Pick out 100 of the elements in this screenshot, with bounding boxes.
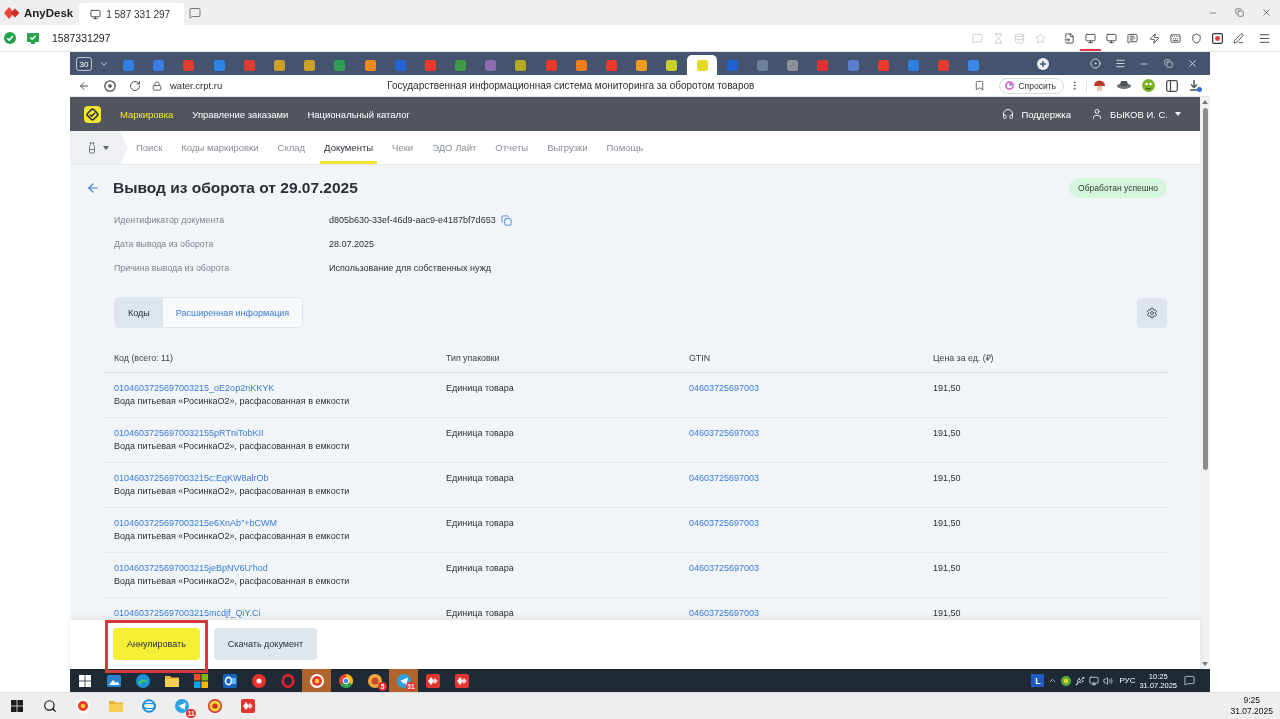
code-link[interactable]: 0104603725697003215_oE2op2nKKYK <box>114 382 275 395</box>
new-tab-icon[interactable] <box>1037 57 1050 70</box>
keyboard-app-key[interactable]: L <box>1031 674 1045 687</box>
logo-icon[interactable] <box>84 105 101 123</box>
table-cell: Единица товара <box>446 607 514 620</box>
nav-tab[interactable]: Выгрузки <box>543 131 592 164</box>
target-icon <box>75 699 90 713</box>
usb-icon[interactable] <box>1075 675 1086 686</box>
caret-icon <box>103 145 109 150</box>
gtin-link[interactable]: 04603725697003 <box>689 607 760 620</box>
gtin-link[interactable]: 04603725697003 <box>689 427 760 440</box>
mushroom-icon[interactable] <box>1093 79 1106 92</box>
column-header: Код (всего: 11) <box>114 353 174 363</box>
nav-tab[interactable]: ЭДО Лайт <box>428 131 481 164</box>
header-menu-item[interactable]: Управление заказами <box>192 108 289 120</box>
menu-icon[interactable] <box>1114 58 1126 69</box>
table-cell: Единица товара <box>446 427 514 440</box>
product-description: Вода питьевая «РосинкаО2», расфасованная в емкости <box>114 485 350 498</box>
header-menu-item[interactable]: Маркировка <box>120 108 174 120</box>
nav-tab[interactable]: Отчеты <box>491 131 533 164</box>
scroll-up-icon[interactable] <box>1202 100 1208 104</box>
chevron-up-icon[interactable] <box>1048 676 1058 685</box>
scroll-down-icon[interactable] <box>1202 662 1208 666</box>
table-cell: 191,50 <box>933 382 961 395</box>
globe-icon <box>141 699 156 713</box>
nav-tab[interactable]: Склад <box>273 131 310 164</box>
screen-check-icon <box>27 32 39 44</box>
target-icon <box>309 673 324 688</box>
user-icon <box>1090 108 1103 120</box>
back-icon[interactable] <box>78 79 90 92</box>
bookmark-icon[interactable] <box>974 80 986 91</box>
gtin-link[interactable]: 04603725697003 <box>689 517 760 530</box>
support-link[interactable]: Поддержка <box>1002 108 1071 120</box>
nav-tab[interactable]: Коды маркировки <box>177 131 263 164</box>
table-cell: 191,50 <box>933 427 961 440</box>
gtin-link[interactable]: 04603725697003 <box>689 472 760 485</box>
nav-tab[interactable]: Поиск <box>132 131 167 164</box>
circle-app-icon <box>251 673 266 688</box>
monitor-icon[interactable] <box>1089 675 1100 686</box>
clock-time[interactable]: 9:25 <box>1243 695 1260 706</box>
download-button[interactable]: Скачать документ <box>213 628 318 660</box>
scrollbar-thumb[interactable] <box>1202 108 1208 470</box>
window-grid-icon <box>10 700 23 712</box>
table-cell: Единица товара <box>446 382 514 395</box>
gtin-link[interactable]: 04603725697003 <box>689 382 760 395</box>
speech-bubble-icon[interactable] <box>189 6 202 19</box>
diamond-app-icon <box>240 699 255 713</box>
code-link[interactable]: 0104603725697003215e6XnAb"+bCWM <box>114 517 278 530</box>
view-tab[interactable]: Расширенная информация <box>162 298 303 327</box>
close-icon[interactable] <box>1186 58 1198 69</box>
headset-icon <box>1002 108 1015 120</box>
monitor-icon <box>90 8 102 20</box>
url-text[interactable]: water.crpt.ru <box>170 80 223 91</box>
code-link[interactable]: 01046037256970032155pRTniTobKII <box>114 427 264 440</box>
folder-icon <box>108 699 123 713</box>
diamond-app-icon <box>425 673 440 688</box>
product-selector[interactable] <box>70 131 128 164</box>
bottle-icon <box>86 141 98 154</box>
notification-icon[interactable] <box>1184 675 1195 686</box>
nav-tab[interactable]: Чеки <box>388 131 418 164</box>
tab-counter[interactable]: 30 <box>76 57 92 71</box>
column-header: GTIN <box>689 353 710 363</box>
view-tab[interactable]: Коды <box>115 298 163 327</box>
smiley-icon[interactable] <box>1142 79 1155 92</box>
table-cell: 191,50 <box>933 562 961 575</box>
code-link[interactable]: 0104603725697003215jeBpNV6U'hod <box>114 562 268 575</box>
user-menu[interactable]: БЫКОВ И. С. <box>1090 108 1181 120</box>
round-app-icon[interactable] <box>1061 675 1072 686</box>
header-menu-item[interactable]: Национальный каталог <box>307 108 410 120</box>
reload-icon[interactable] <box>129 79 141 92</box>
column-header: Тип упаковки <box>446 353 500 363</box>
coin-icon <box>207 699 222 713</box>
restore-icon[interactable] <box>1235 8 1244 17</box>
annul-button[interactable]: Аннулировать <box>113 628 200 660</box>
product-description: Вода питьевая «РосинкаО2», расфасованная в емкости <box>114 530 350 543</box>
status-badge: Обработан успешно <box>1069 178 1167 198</box>
code-link[interactable]: 0104603725697003215mcdjf_QiY.Ci <box>114 607 261 620</box>
download-icon[interactable] <box>1189 79 1202 92</box>
table-cell: 191,50 <box>933 607 961 620</box>
code-link[interactable]: 0104603725697003215c:EqKW8alrOb <box>114 472 269 485</box>
gtin-link[interactable]: 04603725697003 <box>689 562 760 575</box>
picture-icon <box>106 673 121 688</box>
ring-icon <box>280 673 295 688</box>
restore-icon[interactable] <box>1163 59 1173 68</box>
session-tab[interactable]: 1 587 331 297 <box>79 3 185 25</box>
menu-icon[interactable] <box>1257 31 1271 45</box>
product-description: Вода питьевая «РосинкаО2», расфасованная в емкости <box>114 395 350 408</box>
clock-date[interactable]: 31.07.2025 <box>1230 706 1273 717</box>
scrollbar[interactable] <box>1200 97 1210 669</box>
volume-icon[interactable] <box>1103 675 1114 686</box>
settings-button[interactable] <box>1137 297 1167 328</box>
language-indicator[interactable]: РУС <box>1119 676 1136 685</box>
circle-dot-icon[interactable] <box>104 79 116 92</box>
browser-tab[interactable] <box>686 55 717 75</box>
nav-tab[interactable]: Помощь <box>602 131 648 164</box>
copy-icon[interactable] <box>500 214 512 226</box>
panel-icon[interactable] <box>1166 79 1178 92</box>
close-icon[interactable] <box>1261 7 1272 18</box>
page-title-text: Государственная информационная система мониторинга за оборотом товаров <box>387 80 755 91</box>
hat-icon[interactable] <box>1117 79 1131 92</box>
